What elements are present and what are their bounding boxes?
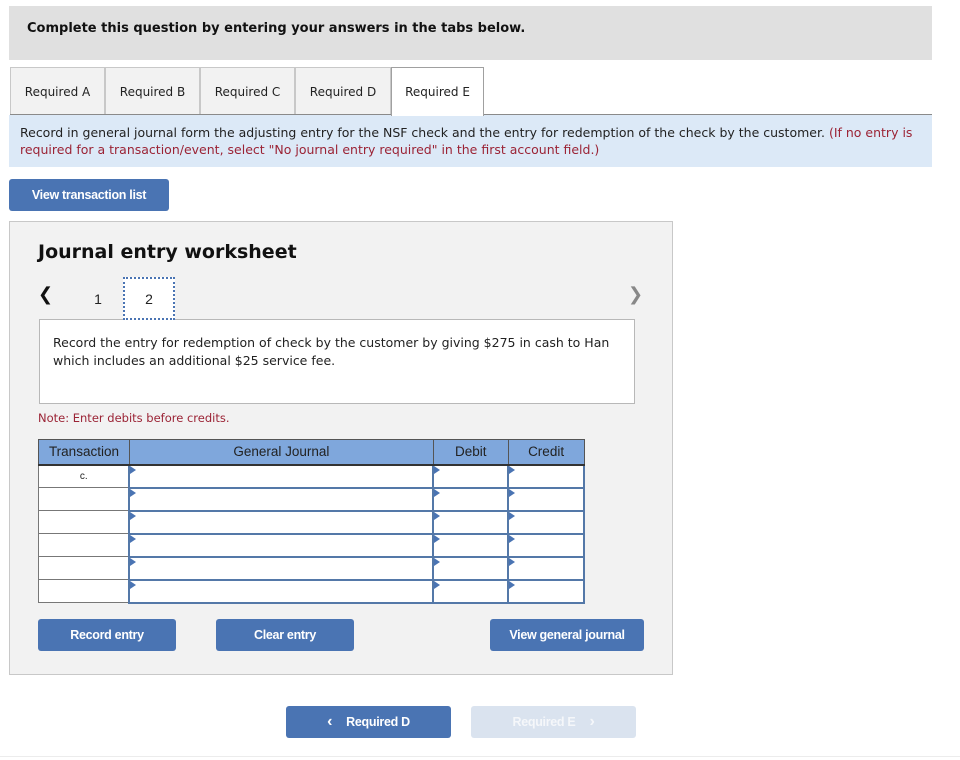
credit-input[interactable] (507, 532, 585, 558)
chevron-right-icon: › (589, 713, 595, 730)
debit-credit-note: Note: Enter debits before credits. (38, 411, 230, 425)
journal-row (38, 578, 585, 604)
instructions-panel: Record in general journal form the adjus… (9, 115, 932, 167)
header-transaction: Transaction (38, 439, 130, 466)
view-general-journal-button[interactable]: View general journal (490, 619, 644, 651)
next-required-e-button[interactable]: Required E › (471, 706, 636, 738)
tab-required-d[interactable]: Required D (295, 67, 391, 115)
debit-input[interactable] (432, 532, 510, 558)
transaction-cell (38, 487, 130, 511)
tab-required-b[interactable]: Required B (105, 67, 200, 115)
transaction-cell (38, 556, 130, 580)
transaction-cell (38, 533, 130, 557)
clear-entry-button[interactable]: Clear entry (216, 619, 354, 651)
journal-row: c. (38, 463, 585, 489)
journal-row (38, 532, 585, 558)
journal-entry-worksheet: Journal entry worksheet ❮ 1 2 ❯ Record t… (9, 221, 673, 675)
view-transaction-list-button[interactable]: View transaction list (9, 179, 169, 211)
tab-required-e[interactable]: Required E (391, 67, 484, 116)
page-2-button[interactable]: 2 (123, 277, 175, 320)
credit-input[interactable] (507, 463, 585, 489)
account-input[interactable] (128, 509, 435, 535)
record-entry-button[interactable]: Record entry (38, 619, 176, 651)
credit-input[interactable] (507, 486, 585, 512)
prev-button-label: Required D (346, 715, 410, 729)
tab-required-c[interactable]: Required C (200, 67, 295, 115)
instructions-text: Record in general journal form the adjus… (20, 125, 825, 140)
chevron-left-icon: ‹ (327, 713, 333, 730)
next-button-label: Required E (512, 715, 576, 729)
header-credit: Credit (507, 439, 585, 466)
account-input[interactable] (128, 555, 435, 581)
chevron-left-icon[interactable]: ❮ (38, 284, 53, 305)
journal-row (38, 509, 585, 535)
question-title: Complete this question by entering your … (27, 21, 526, 36)
worksheet-title: Journal entry worksheet (38, 241, 297, 263)
question-header: Complete this question by entering your … (9, 6, 932, 60)
account-input[interactable] (128, 463, 435, 489)
header-general-journal: General Journal (128, 439, 434, 466)
chevron-right-icon[interactable]: ❯ (628, 284, 643, 305)
journal-row (38, 555, 585, 581)
transaction-cell (38, 510, 130, 534)
debit-input[interactable] (432, 578, 510, 604)
account-input[interactable] (128, 532, 435, 558)
journal-header-row: Transaction General Journal Debit Credit (38, 439, 585, 466)
transaction-cell (38, 579, 130, 603)
tab-bar: Required A Required B Required C Require… (10, 67, 932, 116)
journal-table: Transaction General Journal Debit Credit… (38, 439, 585, 604)
page-1-button[interactable]: 1 (72, 277, 124, 320)
credit-input[interactable] (507, 578, 585, 604)
credit-input[interactable] (507, 555, 585, 581)
account-input[interactable] (128, 578, 435, 604)
prev-required-d-button[interactable]: ‹ Required D (286, 706, 451, 738)
debit-input[interactable] (432, 486, 510, 512)
journal-row (38, 486, 585, 512)
credit-input[interactable] (507, 509, 585, 535)
debit-input[interactable] (432, 509, 510, 535)
entry-description: Record the entry for redemption of check… (39, 319, 635, 404)
tab-required-a[interactable]: Required A (10, 67, 105, 115)
header-debit: Debit (432, 439, 509, 466)
account-input[interactable] (128, 486, 435, 512)
footer-divider (0, 756, 960, 757)
debit-input[interactable] (432, 463, 510, 489)
debit-input[interactable] (432, 555, 510, 581)
transaction-cell: c. (38, 464, 130, 488)
